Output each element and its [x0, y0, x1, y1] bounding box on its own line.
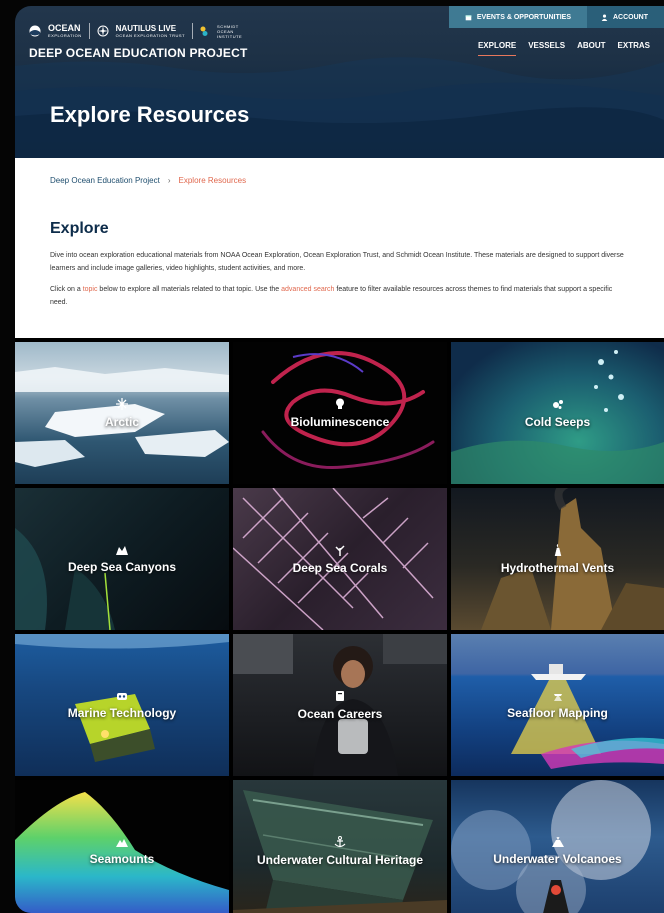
topic-tile-bioluminescence[interactable]: Bioluminescence — [233, 342, 447, 484]
topic-label: Deep Sea Canyons — [67, 559, 177, 574]
nav-about[interactable]: ABOUT — [577, 41, 605, 56]
topic-label: Cold Seeps — [524, 414, 591, 429]
topic-label: Marine Technology — [67, 705, 177, 720]
breadcrumb: Deep Ocean Education Project › Explore R… — [50, 176, 246, 185]
nautilus-logo-subtext: OCEAN EXPLORATION TRUST — [115, 33, 186, 38]
noaa-logo-subtext: EXPLORATION — [48, 33, 82, 38]
section-heading: Explore — [50, 220, 109, 237]
topic-label: Seafloor Mapping — [507, 705, 608, 720]
topic-tile-arctic[interactable]: Arctic — [15, 342, 229, 484]
topic-tile-marine-technology[interactable]: Marine Technology — [15, 634, 229, 776]
instructions-text: below to explore all materials related t… — [97, 286, 282, 293]
nautilus-logo: NAUTILUS LIVE OCEAN EXPLORATION TRUST — [116, 24, 185, 38]
topic-grid: Arctic Bioluminescence Cold Seeps Deep S… — [15, 342, 664, 913]
instructions-paragraph: Click on a topic below to explore all ma… — [50, 284, 625, 309]
schmidt-logo: SCHMIDT OCEAN INSTITUTE — [217, 24, 242, 39]
topic-tile-cold-seeps[interactable]: Cold Seeps — [451, 342, 664, 484]
topic-tile-underwater-cultural-heritage[interactable]: Underwater Cultural Heritage — [233, 780, 447, 913]
intro-paragraph: Dive into ocean exploration educational … — [50, 252, 624, 272]
nautilus-logo-main: NAUTILUS LIVE — [115, 24, 177, 33]
logo-divider — [88, 23, 90, 39]
user-icon — [601, 14, 608, 21]
topic-tile-ocean-careers[interactable]: Ocean Careers — [233, 634, 447, 776]
noaa-logo: OCEAN EXPLORATION — [48, 23, 82, 39]
topic-tile-seamounts[interactable]: Seamounts — [15, 780, 229, 913]
noaa-logo-icon — [29, 25, 41, 37]
anchor-icon — [334, 835, 346, 847]
topic-link[interactable]: topic — [83, 286, 98, 293]
cold-seeps-image — [451, 350, 664, 484]
advanced-search-link[interactable]: advanced search — [281, 286, 334, 293]
nav-explore[interactable]: EXPLORE — [477, 41, 517, 56]
account-label: ACCOUNT — [613, 13, 648, 21]
schmidt-logo-icon — [200, 26, 208, 36]
topic-label: Arctic — [104, 414, 139, 429]
account-button[interactable]: ACCOUNT — [587, 6, 664, 28]
lightbulb-icon — [336, 398, 344, 409]
breadcrumb-current: Explore Resources — [178, 176, 247, 185]
noaa-logo-text: OCEAN — [48, 23, 81, 33]
hero-header: EVENTS & OPPORTUNITIES ACCOUNT OCEAN EXP… — [15, 6, 664, 158]
nav-vessels[interactable]: VESSELS — [528, 41, 565, 56]
bioluminescence-image — [261, 351, 435, 470]
partner-logos[interactable]: OCEAN EXPLORATION NAUTILUS LIVE OCEAN EX… — [29, 23, 242, 39]
main-nav: EXPLORE VESSELS ABOUT EXTRAS — [477, 41, 650, 56]
page-title: Explore Resources — [50, 102, 250, 127]
topic-label: Ocean Careers — [297, 706, 383, 721]
breadcrumb-home-link[interactable]: Deep Ocean Education Project — [50, 176, 160, 185]
deep-sea-corals-image — [233, 488, 434, 630]
instructions-text: Click on a — [50, 286, 83, 293]
topic-label: Underwater Volcanoes — [493, 851, 622, 866]
utility-bar: EVENTS & OPPORTUNITIES ACCOUNT — [448, 6, 664, 28]
hydrothermal-vents-image — [481, 488, 664, 630]
topic-tile-deep-sea-corals[interactable]: Deep Sea Corals — [233, 488, 447, 630]
topic-tile-hydrothermal-vents[interactable]: Hydrothermal Vents — [451, 488, 664, 630]
calendar-icon — [465, 14, 472, 20]
topic-tile-seafloor-mapping[interactable]: Seafloor Mapping — [451, 634, 664, 776]
events-label: EVENTS & OPPORTUNITIES — [476, 13, 571, 21]
snowflake-icon — [116, 397, 128, 410]
sonar-icon — [553, 693, 562, 701]
page-frame: EVENTS & OPPORTUNITIES ACCOUNT OCEAN EXP… — [15, 6, 664, 913]
breadcrumb-separator: › — [167, 176, 171, 185]
bubbles-icon — [552, 399, 563, 409]
topic-label: Seamounts — [89, 851, 155, 866]
nautilus-logo-text: NAUTILUS LIVE — [116, 24, 185, 33]
logo-divider — [192, 23, 194, 39]
seamounts-image — [15, 792, 229, 913]
compass-logo-icon — [97, 25, 109, 37]
topic-label: Deep Sea Corals — [292, 560, 388, 575]
volcano-icon — [551, 836, 564, 847]
underwater-volcanoes-image — [451, 780, 651, 913]
vent-icon — [554, 543, 561, 556]
arctic-image — [15, 367, 229, 467]
robot-icon — [117, 692, 127, 700]
nav-extras[interactable]: EXTRAS — [618, 41, 650, 56]
intro-section: Deep Ocean Education Project › Explore R… — [15, 158, 664, 338]
topic-tile-deep-sea-canyons[interactable]: Deep Sea Canyons — [15, 488, 229, 630]
project-title[interactable]: DEEP OCEAN EDUCATION PROJECT — [29, 46, 248, 60]
mountain-icon — [116, 838, 128, 847]
coral-icon — [335, 544, 345, 556]
schmidt-logo-subtext: INSTITUTE — [217, 33, 243, 39]
schmidt-logo-text: SCHMIDT — [217, 23, 239, 29]
topic-label: Bioluminescence — [290, 414, 390, 429]
topic-tile-underwater-volcanoes[interactable]: Underwater Volcanoes — [451, 780, 664, 913]
topic-label: Hydrothermal Vents — [500, 560, 615, 575]
ocean-careers-image — [233, 634, 447, 776]
badge-icon — [336, 690, 344, 701]
topic-label: Underwater Cultural Heritage — [256, 852, 424, 867]
events-opportunities-button[interactable]: EVENTS & OPPORTUNITIES — [448, 6, 587, 28]
canyon-icon — [116, 545, 128, 555]
